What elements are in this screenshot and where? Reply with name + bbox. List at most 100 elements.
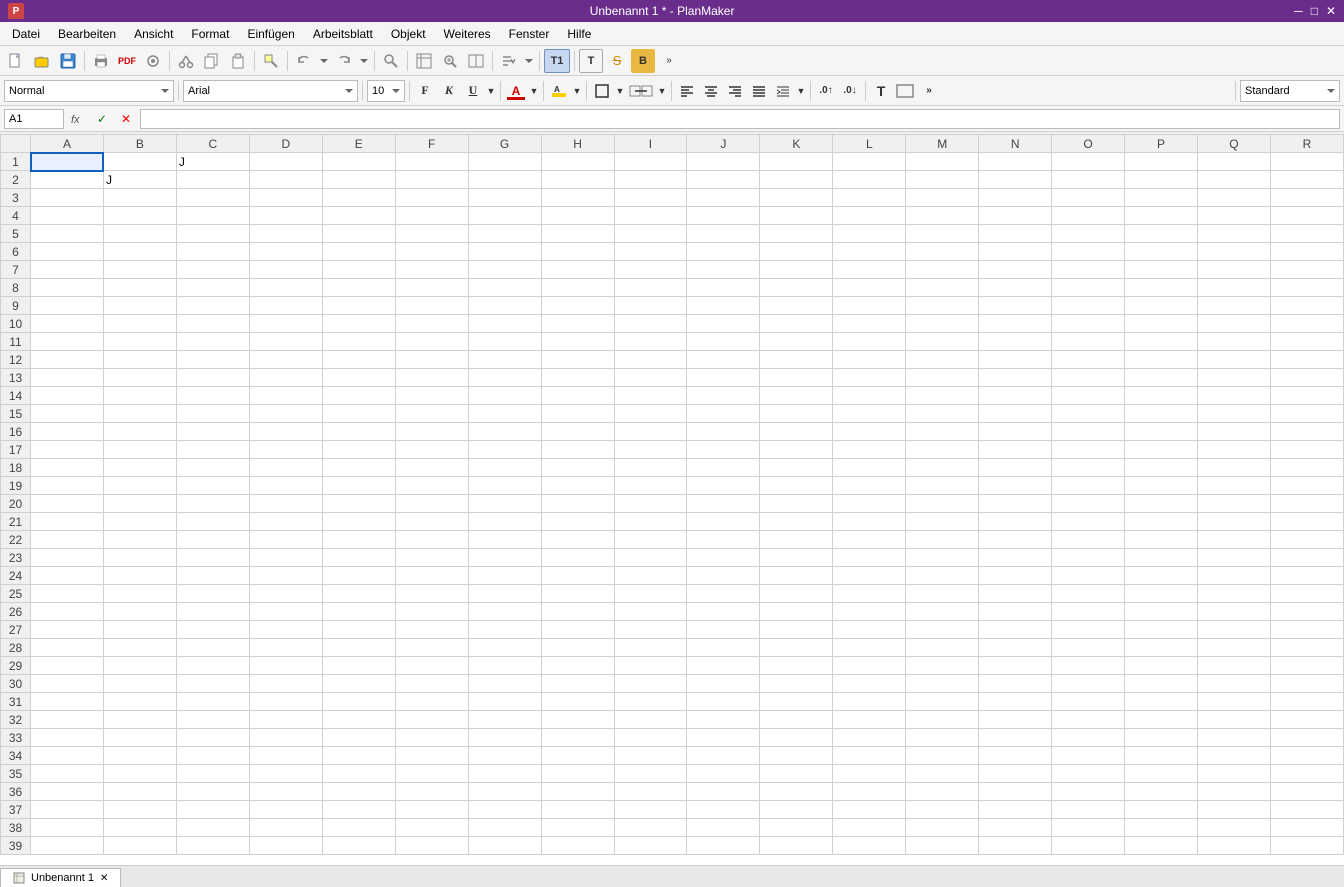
cell-N23[interactable] [979, 549, 1052, 567]
cell-P32[interactable] [1125, 711, 1198, 729]
cell-M30[interactable] [906, 675, 979, 693]
cell-I9[interactable] [614, 297, 687, 315]
cell-E35[interactable] [322, 765, 395, 783]
pdf-button[interactable]: PDF [115, 49, 139, 73]
cell-N34[interactable] [979, 747, 1052, 765]
cell-A23[interactable] [31, 549, 104, 567]
cell-I18[interactable] [614, 459, 687, 477]
cell-H28[interactable] [541, 639, 614, 657]
print-button[interactable] [89, 49, 113, 73]
cell-C21[interactable] [176, 513, 249, 531]
cell-H35[interactable] [541, 765, 614, 783]
cell-F33[interactable] [395, 729, 468, 747]
cell-Q32[interactable] [1198, 711, 1271, 729]
row-header-17[interactable]: 17 [1, 441, 31, 459]
row-header-24[interactable]: 24 [1, 567, 31, 585]
cell-G16[interactable] [468, 423, 541, 441]
cell-E10[interactable] [322, 315, 395, 333]
cell-C13[interactable] [176, 369, 249, 387]
cell-I35[interactable] [614, 765, 687, 783]
col-header-D[interactable]: D [249, 135, 322, 153]
cell-J31[interactable] [687, 693, 760, 711]
cell-A15[interactable] [31, 405, 104, 423]
cell-H22[interactable] [541, 531, 614, 549]
cell-N13[interactable] [979, 369, 1052, 387]
cell-N39[interactable] [979, 837, 1052, 855]
menu-item-datei[interactable]: Datei [4, 25, 48, 43]
cell-B27[interactable] [103, 621, 176, 639]
cell-M14[interactable] [906, 387, 979, 405]
cell-A24[interactable] [31, 567, 104, 585]
cell-P18[interactable] [1125, 459, 1198, 477]
row-header-18[interactable]: 18 [1, 459, 31, 477]
cell-R5[interactable] [1270, 225, 1343, 243]
cell-G25[interactable] [468, 585, 541, 603]
cell-D35[interactable] [249, 765, 322, 783]
cell-K26[interactable] [760, 603, 833, 621]
col-header-E[interactable]: E [322, 135, 395, 153]
row-header-16[interactable]: 16 [1, 423, 31, 441]
underline-dropdown[interactable]: ▼ [486, 80, 496, 102]
cell-J38[interactable] [687, 819, 760, 837]
cell-E23[interactable] [322, 549, 395, 567]
cell-E7[interactable] [322, 261, 395, 279]
cell-O12[interactable] [1052, 351, 1125, 369]
row-header-2[interactable]: 2 [1, 171, 31, 189]
cell-O20[interactable] [1052, 495, 1125, 513]
cell-O22[interactable] [1052, 531, 1125, 549]
cell-A19[interactable] [31, 477, 104, 495]
row-header-9[interactable]: 9 [1, 297, 31, 315]
cell-C20[interactable] [176, 495, 249, 513]
cell-R32[interactable] [1270, 711, 1343, 729]
cell-C6[interactable] [176, 243, 249, 261]
cell-L2[interactable] [833, 171, 906, 189]
cell-J21[interactable] [687, 513, 760, 531]
cell-E39[interactable] [322, 837, 395, 855]
cell-C1[interactable]: J [176, 153, 249, 171]
cell-E14[interactable] [322, 387, 395, 405]
menu-item-arbeitsblatt[interactable]: Arbeitsblatt [305, 25, 381, 43]
cell-G35[interactable] [468, 765, 541, 783]
cell-B34[interactable] [103, 747, 176, 765]
cell-Q26[interactable] [1198, 603, 1271, 621]
underline-button[interactable]: U [462, 80, 484, 102]
cell-J28[interactable] [687, 639, 760, 657]
cell-G32[interactable] [468, 711, 541, 729]
cell-L11[interactable] [833, 333, 906, 351]
cell-A39[interactable] [31, 837, 104, 855]
row-header-6[interactable]: 6 [1, 243, 31, 261]
row-header-13[interactable]: 13 [1, 369, 31, 387]
cell-F21[interactable] [395, 513, 468, 531]
cell-B21[interactable] [103, 513, 176, 531]
cell-A25[interactable] [31, 585, 104, 603]
cell-G37[interactable] [468, 801, 541, 819]
cell-D26[interactable] [249, 603, 322, 621]
cell-C2[interactable] [176, 171, 249, 189]
cell-O14[interactable] [1052, 387, 1125, 405]
cell-Q24[interactable] [1198, 567, 1271, 585]
col-header-F[interactable]: F [395, 135, 468, 153]
table-button[interactable] [412, 49, 436, 73]
cell-C19[interactable] [176, 477, 249, 495]
cell-J37[interactable] [687, 801, 760, 819]
font-dropdown[interactable]: Arial [183, 80, 358, 102]
sort-button[interactable] [497, 49, 521, 73]
cell-O31[interactable] [1052, 693, 1125, 711]
cell-F26[interactable] [395, 603, 468, 621]
cell-N37[interactable] [979, 801, 1052, 819]
cell-F15[interactable] [395, 405, 468, 423]
cell-M38[interactable] [906, 819, 979, 837]
cell-M9[interactable] [906, 297, 979, 315]
cell-G24[interactable] [468, 567, 541, 585]
cell-Q15[interactable] [1198, 405, 1271, 423]
cell-E8[interactable] [322, 279, 395, 297]
cell-G6[interactable] [468, 243, 541, 261]
cell-F2[interactable] [395, 171, 468, 189]
cell-P14[interactable] [1125, 387, 1198, 405]
cell-Q23[interactable] [1198, 549, 1271, 567]
row-header-1[interactable]: 1 [1, 153, 31, 171]
cell-F9[interactable] [395, 297, 468, 315]
cell-I3[interactable] [614, 189, 687, 207]
cell-B11[interactable] [103, 333, 176, 351]
formula-confirm-button[interactable]: ✓ [92, 109, 112, 129]
